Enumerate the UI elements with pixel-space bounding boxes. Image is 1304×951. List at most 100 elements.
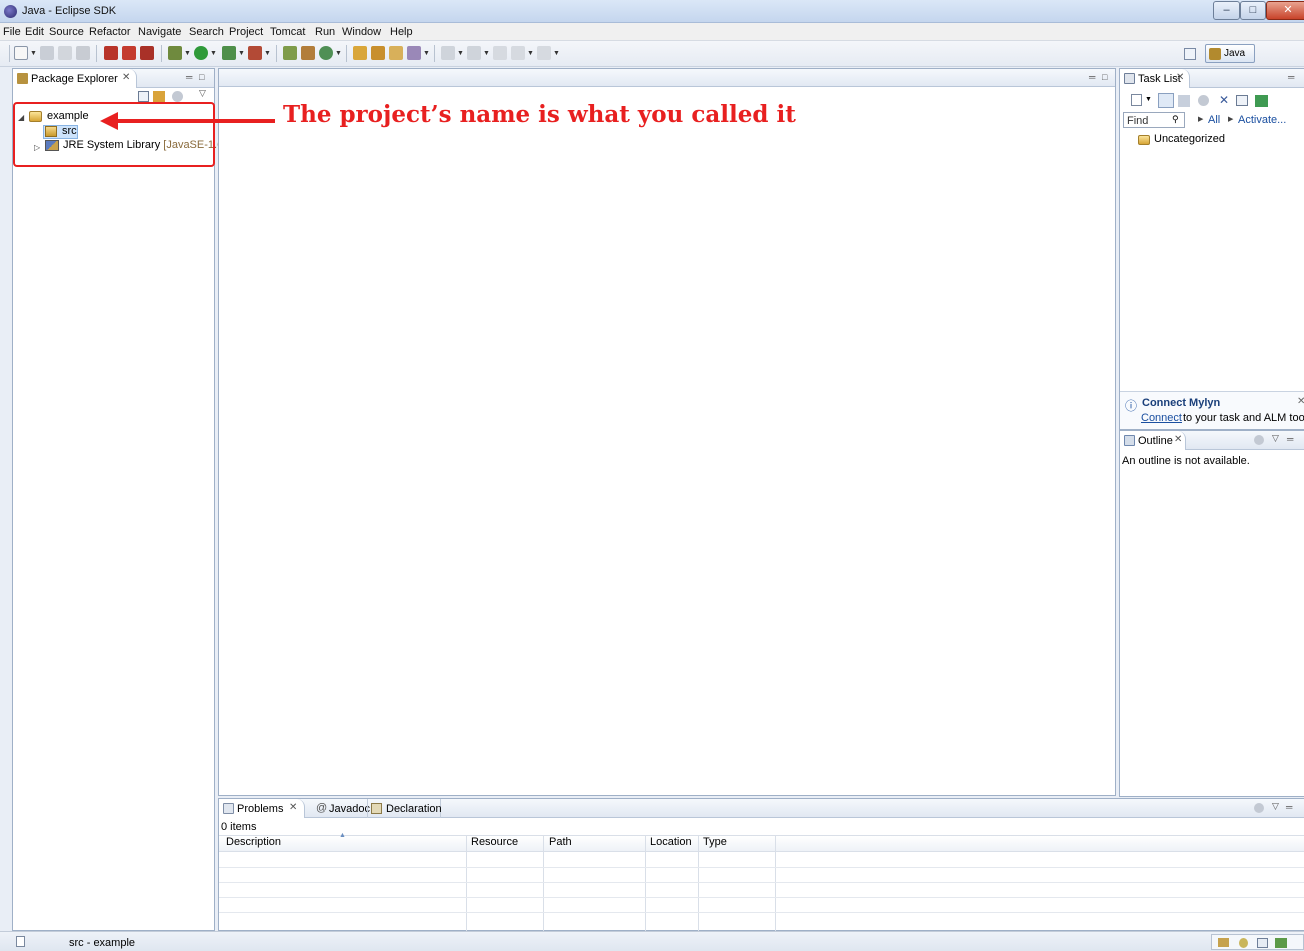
- new-task-dropdown-icon[interactable]: ▼: [1145, 96, 1152, 103]
- close-tab-icon[interactable]: ✕: [122, 72, 130, 83]
- run-icon[interactable]: [194, 46, 208, 60]
- minimize-button[interactable]: –: [1213, 1, 1240, 20]
- menu-window[interactable]: Window: [342, 26, 381, 38]
- problems-trim-icon[interactable]: [1218, 938, 1229, 947]
- new-java-project-icon[interactable]: [283, 46, 297, 60]
- next-annotation-icon[interactable]: [441, 46, 455, 60]
- coverage-dropdown-icon[interactable]: ▼: [238, 50, 245, 57]
- tab-declaration[interactable]: Declaration: [367, 799, 442, 818]
- new-task-icon[interactable]: [1131, 94, 1142, 106]
- save-all-icon[interactable]: [58, 46, 72, 60]
- previous-annotation-icon[interactable]: [467, 46, 481, 60]
- last-edit-icon[interactable]: [493, 46, 507, 60]
- java-perspective-button[interactable]: Java: [1205, 44, 1255, 63]
- maximize-button[interactable]: □: [1240, 1, 1266, 20]
- minimize-view-icon[interactable]: ═: [186, 72, 192, 82]
- close-button[interactable]: ✕: [1266, 1, 1304, 20]
- annotation-icon[interactable]: [407, 46, 421, 60]
- server-stop-icon[interactable]: [122, 46, 136, 60]
- synchronize-icon[interactable]: [1255, 95, 1268, 107]
- open-type-icon[interactable]: [353, 46, 367, 60]
- menu-refactor[interactable]: Refactor: [89, 26, 131, 38]
- maximize-editor-icon[interactable]: □: [1102, 72, 1107, 82]
- close-tab-icon[interactable]: ✕: [1174, 434, 1182, 445]
- save-icon[interactable]: [40, 46, 54, 60]
- new-dropdown-icon[interactable]: ▼: [30, 50, 37, 57]
- tab-javadoc[interactable]: @ Javadoc: [311, 799, 371, 818]
- column-resource[interactable]: Resource: [471, 836, 518, 851]
- column-location[interactable]: Location: [650, 836, 692, 851]
- column-type[interactable]: Type: [703, 836, 727, 851]
- console-trim-icon[interactable]: [1257, 938, 1268, 948]
- menu-navigate[interactable]: Navigate: [138, 26, 181, 38]
- fast-view-icon[interactable]: [16, 936, 25, 947]
- new-class-icon[interactable]: [319, 46, 333, 60]
- external-tools-dropdown-icon[interactable]: ▼: [264, 50, 271, 57]
- minimize-view-icon[interactable]: ═: [1288, 72, 1294, 82]
- editor-area[interactable]: ═ □: [218, 68, 1116, 796]
- outline-focus-icon[interactable]: [1254, 435, 1264, 445]
- previous-annotation-dropdown-icon[interactable]: ▼: [483, 50, 490, 57]
- next-annotation-dropdown-icon[interactable]: ▼: [457, 50, 464, 57]
- activate-link[interactable]: Activate...: [1238, 114, 1286, 126]
- external-tools-icon[interactable]: [248, 46, 262, 60]
- coverage-icon[interactable]: [222, 46, 236, 60]
- search-icon[interactable]: [389, 46, 403, 60]
- find-search-icon[interactable]: ⚲: [1172, 114, 1179, 125]
- debug-icon[interactable]: [168, 46, 182, 60]
- menu-source[interactable]: Source: [49, 26, 84, 38]
- collapse-all-icon[interactable]: [1236, 95, 1248, 106]
- open-perspective-icon[interactable]: [1184, 48, 1196, 60]
- close-mylyn-icon[interactable]: ✕: [1297, 396, 1304, 407]
- back-icon[interactable]: [511, 46, 525, 60]
- back-dropdown-icon[interactable]: ▼: [527, 50, 534, 57]
- task-trim-icon[interactable]: [1239, 938, 1248, 948]
- progress-trim-icon[interactable]: [1275, 938, 1287, 948]
- maximize-view-icon[interactable]: □: [199, 72, 204, 82]
- debug-dropdown-icon[interactable]: ▼: [184, 50, 191, 57]
- scheduled-icon[interactable]: [1178, 95, 1190, 107]
- view-menu-focus-icon[interactable]: [172, 91, 183, 102]
- column-description[interactable]: Description: [226, 836, 281, 851]
- close-tab-icon[interactable]: ✕: [289, 802, 297, 813]
- hide-completed-icon[interactable]: ✕: [1219, 93, 1229, 107]
- tab-outline[interactable]: Outline ✕: [1120, 431, 1186, 450]
- find-field[interactable]: Find ⚲: [1123, 112, 1185, 128]
- run-dropdown-icon[interactable]: ▼: [210, 50, 217, 57]
- category-uncategorized[interactable]: Uncategorized: [1154, 133, 1225, 145]
- collapse-all-icon[interactable]: [138, 91, 149, 102]
- link-with-editor-icon[interactable]: [153, 91, 165, 102]
- new-package-icon[interactable]: [301, 46, 315, 60]
- close-tab-icon[interactable]: ✕: [1176, 72, 1184, 83]
- minimize-view-icon[interactable]: ═: [1286, 802, 1292, 812]
- annotation-dropdown-icon[interactable]: ▼: [423, 50, 430, 57]
- print-icon[interactable]: [76, 46, 90, 60]
- tab-task-list[interactable]: Task List ✕: [1120, 69, 1190, 88]
- focus-workweek-icon[interactable]: [1198, 95, 1209, 106]
- menu-project[interactable]: Project: [229, 26, 263, 38]
- menu-run[interactable]: Run: [315, 26, 335, 38]
- open-task-icon[interactable]: [371, 46, 385, 60]
- connect-link[interactable]: Connect: [1141, 412, 1182, 424]
- all-link[interactable]: All: [1208, 114, 1220, 126]
- view-menu-icon[interactable]: ▽: [199, 88, 206, 99]
- server-start-icon[interactable]: [104, 46, 118, 60]
- forward-icon[interactable]: [537, 46, 551, 60]
- view-menu-icon[interactable]: ▽: [1272, 433, 1279, 444]
- minimize-view-icon[interactable]: ═: [1287, 434, 1293, 444]
- menu-tomcat[interactable]: Tomcat: [270, 26, 305, 38]
- problems-focus-icon[interactable]: [1254, 803, 1264, 813]
- menu-edit[interactable]: Edit: [25, 26, 44, 38]
- server-restart-icon[interactable]: [140, 46, 154, 60]
- menu-search[interactable]: Search: [189, 26, 224, 38]
- menu-help[interactable]: Help: [390, 26, 413, 38]
- tab-package-explorer[interactable]: Package Explorer ✕: [13, 69, 137, 88]
- forward-dropdown-icon[interactable]: ▼: [553, 50, 560, 57]
- new-icon[interactable]: [14, 46, 28, 60]
- view-menu-icon[interactable]: ▽: [1272, 801, 1279, 812]
- categorized-icon[interactable]: [1158, 93, 1174, 108]
- menu-file[interactable]: File: [3, 26, 21, 38]
- tab-problems[interactable]: Problems ✕: [219, 799, 305, 818]
- new-class-dropdown-icon[interactable]: ▼: [335, 50, 342, 57]
- column-path[interactable]: Path: [549, 836, 572, 851]
